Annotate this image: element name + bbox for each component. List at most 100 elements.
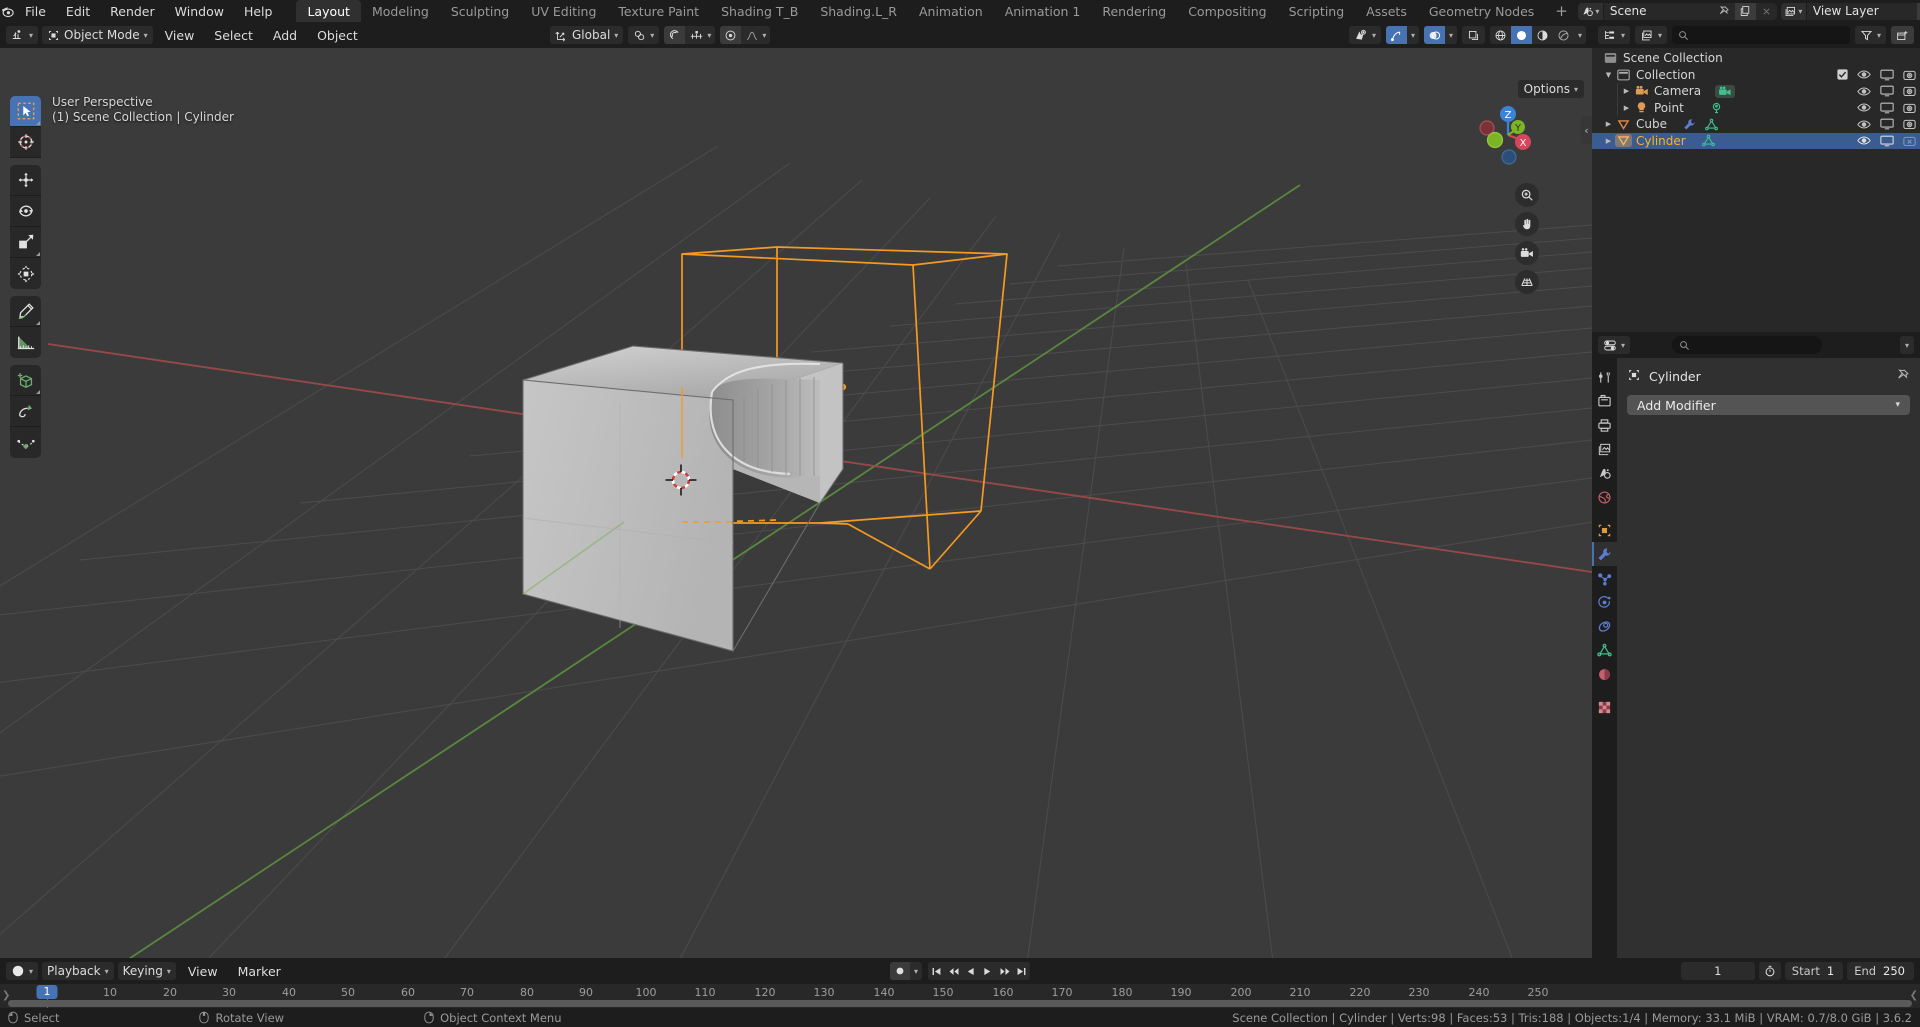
wrench-modifier-icon[interactable] [1683, 118, 1696, 131]
navigation-gizmo[interactable]: Z X Y [1469, 96, 1547, 174]
grid-icon[interactable] [1515, 270, 1539, 294]
outliner-display-mode-selector[interactable]: ▾ [1635, 26, 1668, 44]
outliner-editor-type-selector[interactable]: ▾ [1598, 26, 1631, 44]
disclosure-triangle-right[interactable]: ▶ [1620, 104, 1633, 112]
timeline-menu-keying[interactable]: Keying ▾ [117, 962, 176, 980]
properties-tab-output[interactable] [1592, 413, 1617, 437]
collection-checkbox[interactable] [1837, 69, 1848, 80]
properties-tab-render[interactable] [1592, 389, 1617, 413]
jump-to-start-button[interactable] [928, 962, 945, 980]
tab-rendering[interactable]: Rendering [1091, 0, 1177, 22]
outliner-row-scene-collection[interactable]: Scene Collection [1592, 50, 1920, 67]
menu-edit[interactable]: Edit [56, 0, 100, 22]
disclosure-triangle-right[interactable]: ▶ [1602, 137, 1615, 145]
outliner-row-cube[interactable]: ▶ Cube [1592, 116, 1920, 133]
properties-tab-texture[interactable] [1592, 695, 1617, 719]
use-preview-range-button[interactable] [1758, 962, 1781, 980]
disable-in-viewports-icon[interactable] [1880, 102, 1894, 114]
menu-file[interactable]: File [15, 0, 56, 22]
outliner-row-point[interactable]: ▶ Point [1592, 99, 1920, 116]
solid-shading-button[interactable] [1510, 26, 1532, 44]
shading-options-dropdown[interactable]: ▾ [1574, 26, 1586, 44]
view-layer-name-field[interactable]: View Layer [1806, 2, 1917, 20]
zoom-icon[interactable] [1515, 183, 1539, 207]
viewport-menu-select[interactable]: Select [206, 25, 261, 45]
properties-options-dropdown[interactable]: ▾ [1899, 336, 1914, 354]
disclosure-triangle-right[interactable]: ▶ [1602, 120, 1615, 128]
properties-tab-material[interactable] [1592, 662, 1617, 686]
extrude-region-tool[interactable] [10, 396, 41, 427]
disclosure-triangle-right[interactable]: ▶ [1620, 87, 1633, 95]
timeline-horizontal-scrollbar[interactable] [8, 1000, 1912, 1007]
outliner-filter-button[interactable]: ▾ [1854, 26, 1886, 44]
outliner-tree[interactable]: Scene Collection ▼ Collection ▶ Camera ▶… [1592, 48, 1920, 332]
menu-render[interactable]: Render [100, 0, 165, 22]
tweak-select-tool[interactable] [10, 96, 41, 127]
jump-to-next-keyframe-button[interactable] [996, 962, 1013, 980]
view-layer-selector[interactable]: ▾ View Layer [1780, 2, 1920, 20]
properties-editor-type-selector[interactable]: ▾ [1598, 336, 1631, 354]
properties-tab-constraints[interactable] [1592, 614, 1617, 638]
tab-geometry-nodes[interactable]: Geometry Nodes [1418, 0, 1545, 22]
properties-tab-physics[interactable] [1592, 590, 1617, 614]
tab-uv-editing[interactable]: UV Editing [520, 0, 607, 22]
annotate-tool[interactable] [10, 296, 41, 327]
jump-to-end-button[interactable] [1013, 962, 1030, 980]
tab-texture-paint[interactable]: Texture Paint [607, 0, 710, 22]
xray-toggle[interactable] [1461, 26, 1485, 44]
properties-tab-modifier[interactable] [1592, 542, 1617, 566]
material-preview-button[interactable] [1532, 26, 1553, 44]
add-modifier-button[interactable]: Add Modifier ▾ [1627, 395, 1910, 415]
timeline-menu-marker[interactable]: Marker [230, 961, 289, 981]
timeline-menu-view[interactable]: View [180, 961, 226, 981]
tab-assets[interactable]: Assets [1355, 0, 1418, 22]
visibility-selector[interactable]: ▾ [1348, 26, 1381, 44]
cursor-tool[interactable] [10, 127, 41, 158]
rotate-tool[interactable] [10, 196, 41, 227]
properties-tab-world[interactable] [1592, 485, 1617, 509]
measure-tool[interactable] [10, 327, 41, 358]
end-frame-field[interactable]: End 250 [1847, 962, 1914, 980]
timeline-editor-type-selector[interactable]: ▾ [6, 962, 39, 980]
properties-search-input[interactable] [1672, 336, 1822, 354]
light-data-icon[interactable] [1710, 101, 1723, 114]
tab-sculpting[interactable]: Sculpting [440, 0, 520, 22]
menu-help[interactable]: Help [234, 0, 283, 22]
outliner-row-collection[interactable]: ▼ Collection [1592, 67, 1920, 84]
unlink-scene-icon[interactable] [1756, 3, 1777, 20]
move-tool[interactable] [10, 165, 41, 196]
tab-layout[interactable]: Layout [296, 0, 361, 22]
falloff-selector[interactable]: ▾ [741, 26, 770, 44]
camera-data-icon[interactable] [1715, 84, 1736, 98]
mesh-data-icon[interactable] [1705, 118, 1718, 131]
hand-icon[interactable] [1515, 212, 1539, 236]
play-button[interactable] [979, 962, 996, 980]
tab-animation[interactable]: Animation [908, 0, 994, 22]
disclosure-triangle-down[interactable]: ▼ [1602, 71, 1615, 79]
mesh-data-icon[interactable] [1701, 134, 1715, 147]
wireframe-shading-button[interactable] [1490, 26, 1511, 44]
viewport-options-button[interactable]: Options ▾ [1517, 80, 1584, 98]
disable-in-renders-off-icon[interactable] [1903, 135, 1916, 147]
hide-in-viewport-icon[interactable] [1857, 135, 1871, 146]
scale-tool[interactable] [10, 227, 41, 258]
sidebar-collapse-arrow[interactable]: ‹ [1581, 116, 1592, 144]
snap-target-selector[interactable]: ▾ [685, 26, 715, 44]
tab-modeling[interactable]: Modeling [361, 0, 440, 22]
blender-logo-icon[interactable] [0, 0, 15, 22]
proportional-editing-toggle[interactable] [720, 26, 742, 44]
start-frame-field[interactable]: Start 1 [1784, 962, 1844, 980]
mode-selector[interactable]: Object Mode ▾ [42, 26, 153, 44]
outliner-row-cylinder[interactable]: ▶ Cylinder [1592, 132, 1920, 149]
disable-in-renders-icon[interactable] [1903, 102, 1916, 114]
playhead-badge[interactable]: 1 [36, 985, 58, 999]
jump-to-prev-keyframe-button[interactable] [945, 962, 962, 980]
disable-in-viewports-icon[interactable] [1880, 135, 1894, 147]
auto-keying-toggle[interactable] [889, 962, 910, 980]
hide-in-viewport-icon[interactable] [1857, 119, 1871, 130]
tab-animation-1[interactable]: Animation 1 [994, 0, 1092, 22]
disable-in-viewports-icon[interactable] [1880, 118, 1894, 130]
pivot-point-selector[interactable]: ▾ [628, 26, 660, 44]
viewport-3d[interactable]: User Perspective (1) Scene Collection | … [0, 48, 1592, 958]
properties-tab-object[interactable] [1592, 518, 1617, 542]
